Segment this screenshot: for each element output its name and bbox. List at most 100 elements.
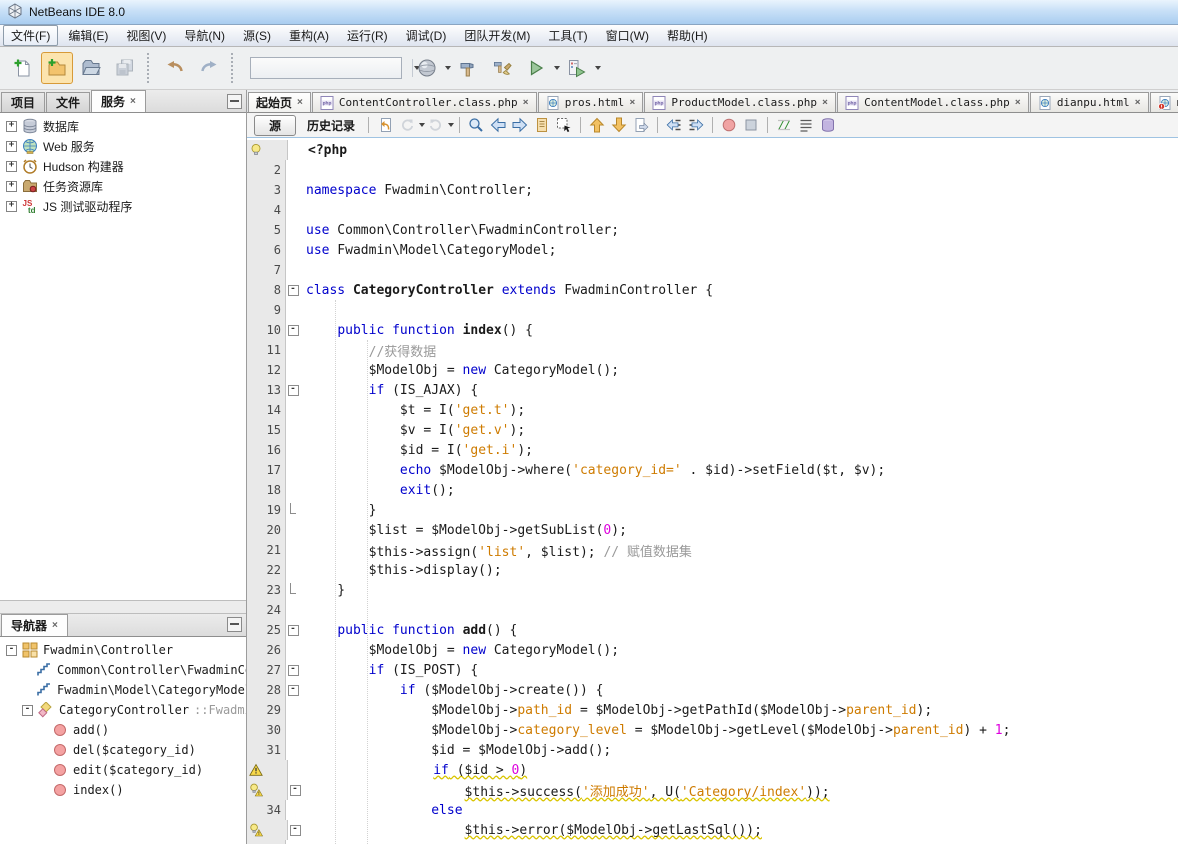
save-all-button[interactable] [108,52,142,84]
toggle-highlight-button[interactable] [531,115,553,135]
close-icon[interactable]: × [629,98,635,108]
hint-icon[interactable] [249,783,263,797]
toggle-bookmark-button[interactable] [630,115,652,135]
redo-button[interactable] [192,52,226,84]
menu-debug[interactable]: 调试(D) [398,25,455,46]
fold-column[interactable] [286,500,300,520]
previous-occurrence-button[interactable] [487,115,509,135]
fold-collapse-icon[interactable]: - [290,785,301,796]
class-node[interactable]: -CategoryController::FwadminCo [0,700,246,720]
fold-column[interactable] [286,220,300,240]
run-project-button[interactable] [519,52,560,84]
hint-icon[interactable] [249,823,263,837]
fold-collapse-icon[interactable]: - [288,285,299,296]
shift-right-button[interactable] [685,115,707,135]
close-icon[interactable]: × [822,98,828,108]
annotation-hint[interactable] [247,780,288,800]
close-icon[interactable]: × [52,621,58,631]
fold-column[interactable] [286,420,300,440]
services-tree[interactable]: +数据库+Web 服务+Hudson 构建器+任务资源库+JStdJS 测试驱动… [0,113,246,600]
fold-column[interactable] [286,300,300,320]
uncomment-button[interactable] [795,115,817,135]
namespace-node[interactable]: -Fwadmin\Controller [0,640,246,660]
fold-column[interactable] [288,760,302,780]
collapse-icon[interactable]: - [22,705,33,716]
menu-refactor[interactable]: 重构(A) [281,25,337,46]
tab-projects[interactable]: 项目 [1,92,45,112]
fold-column[interactable] [286,480,300,500]
new-file-button[interactable] [6,52,40,84]
shift-left-button[interactable] [663,115,685,135]
tab-files[interactable]: 文件 [46,92,90,112]
menu-team[interactable]: 团队开发(M) [456,25,538,46]
close-icon[interactable]: × [297,98,303,108]
fold-column[interactable] [286,720,300,740]
fold-column[interactable] [286,560,300,580]
annotation-bulb[interactable] [247,140,288,160]
close-icon[interactable]: × [130,97,136,107]
menu-edit[interactable]: 编辑(E) [60,25,116,46]
quick-search-input[interactable] [251,60,412,76]
comment-button[interactable]: // [773,115,795,135]
fold-column[interactable] [286,440,300,460]
annotation-warn[interactable] [247,760,288,780]
back-button[interactable] [396,115,425,135]
tab-pros-html[interactable]: pros.html× [538,92,644,112]
debug-project-button[interactable] [560,52,601,84]
menu-help[interactable]: 帮助(H) [659,25,716,46]
fold-column[interactable] [286,600,300,620]
fold-column[interactable] [286,400,300,420]
rectangular-selection-button[interactable] [553,115,575,135]
fold-collapse-icon[interactable]: - [288,665,299,676]
code-editor[interactable]: <?php23namespace Fwadmin\Controller;45us… [247,138,1178,844]
fold-column[interactable] [286,340,300,360]
open-project-button[interactable] [74,52,108,84]
use-node-2[interactable]: Fwadmin\Model\CategoryModel [0,680,246,700]
expand-icon[interactable]: + [6,141,17,152]
fold-column[interactable]: - [286,840,300,844]
fold-column[interactable]: - [286,320,300,340]
menu-view[interactable]: 视图(V) [118,25,174,46]
menu-file[interactable]: 文件(F) [3,25,58,46]
ide-globe-button[interactable] [410,52,451,84]
tab-services[interactable]: 服务× [91,90,146,112]
fold-column[interactable] [286,260,300,280]
fold-column[interactable] [286,200,300,220]
quick-search-combo[interactable] [250,57,402,79]
close-icon[interactable]: × [523,98,529,108]
expand-icon[interactable]: + [6,121,17,132]
tab-start-page[interactable]: 起始页× [248,92,311,112]
fold-collapse-icon[interactable]: - [290,825,301,836]
fold-column[interactable]: - [286,620,300,640]
tab-main-html[interactable]: main.html× [1150,92,1178,112]
fold-column[interactable] [286,160,300,180]
warn-icon[interactable] [249,763,263,777]
menu-source[interactable]: 源(S) [235,25,279,46]
stop-macro-recording-button[interactable] [740,115,762,135]
tab-contentcontroller-php[interactable]: phpContentController.class.php× [312,92,537,112]
expand-icon[interactable]: + [6,161,17,172]
panel-splitter[interactable] [0,600,246,614]
fold-column[interactable] [286,240,300,260]
service-item-web-services[interactable]: +Web 服务 [0,136,246,156]
fold-column[interactable]: - [286,380,300,400]
previous-bookmark-button[interactable] [586,115,608,135]
fold-column[interactable] [288,140,302,160]
navigator-tree[interactable]: -Fwadmin\ControllerCommon\Controller\Fwa… [0,637,246,844]
expand-icon[interactable]: + [6,201,17,212]
method-add[interactable]: add() [0,720,246,740]
tab-productmodel-php[interactable]: phpProductModel.class.php× [644,92,836,112]
fold-column[interactable]: - [288,780,302,800]
fold-collapse-icon[interactable]: - [288,385,299,396]
fold-column[interactable]: - [286,680,300,700]
source-view-button[interactable]: 源 [254,115,296,136]
fold-column[interactable] [286,180,300,200]
forward-button[interactable] [425,115,454,135]
method-index[interactable]: index() [0,780,246,800]
fold-column[interactable]: - [286,280,300,300]
use-node-1[interactable]: Common\Controller\FwadminCont [0,660,246,680]
minimize-icon[interactable] [227,94,242,109]
fold-collapse-icon[interactable]: - [288,325,299,336]
service-item-databases[interactable]: +数据库 [0,116,246,136]
fold-collapse-icon[interactable]: - [288,625,299,636]
